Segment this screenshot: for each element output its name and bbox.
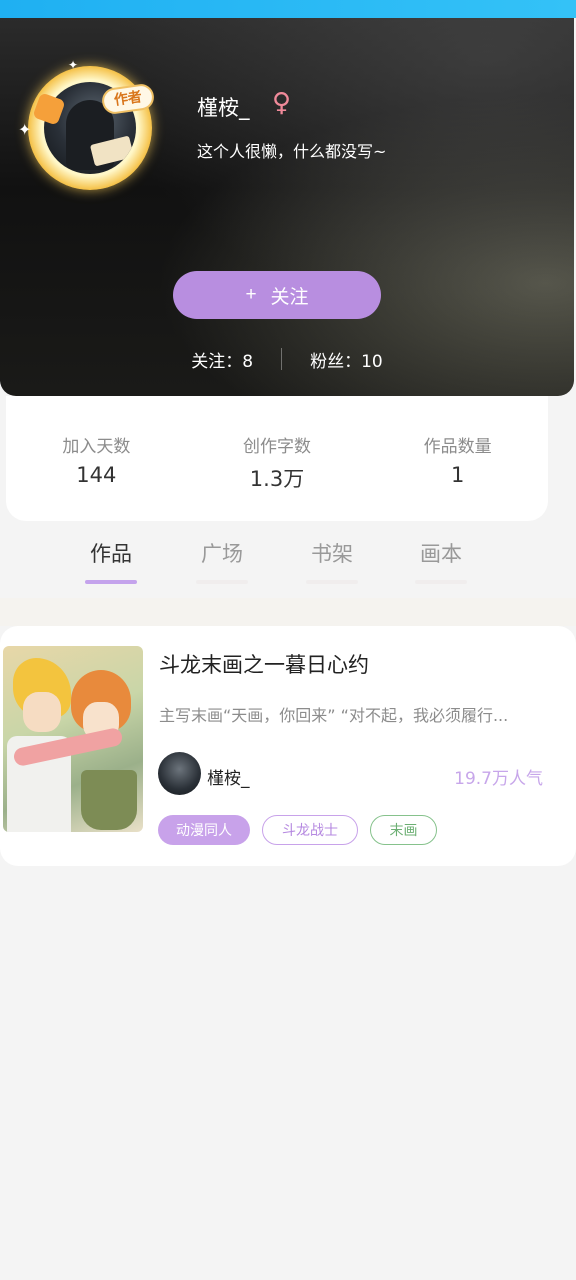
work-cover-image[interactable] [3,646,143,832]
tab-label: 画本 [420,542,462,566]
cover-art [81,770,137,830]
tab-bookshelf[interactable]: 书架 [305,538,359,584]
tab-label: 广场 [201,542,243,566]
social-stats: 关注：8 粉丝：10 [0,346,574,372]
tag-dragon-warrior[interactable]: 斗龙战士 [262,815,358,845]
info-label: 加入天数 [62,437,131,457]
info-label: 作品数量 [423,437,492,457]
status-bar [0,0,576,18]
work-description: 主写末画“天画，你回来” “对不起，我必须履行... [159,706,509,725]
plus-icon: + [245,284,257,305]
work-tags: 动漫同人 斗龙战士 末画 [158,815,437,845]
info-value: 1 [450,463,465,487]
following-count[interactable]: 关注：8 [191,347,253,372]
profile-bio: 这个人很懒，什么都没写~ [197,142,387,161]
tab-indicator [306,580,358,584]
author-name[interactable]: 槿桉_ [207,764,250,789]
tab-picture-book[interactable]: 画本 [414,538,468,584]
work-title[interactable]: 斗龙末画之一暮日心约 [159,649,369,679]
sparkle-icon: ✦ [18,120,32,139]
info-value: 144 [76,463,117,487]
info-works-count: 作品数量 1 [367,396,548,521]
section-divider [0,598,576,626]
tab-label: 书架 [311,542,353,566]
info-value: 1.3万 [249,467,305,491]
work-card[interactable]: 斗龙末画之一暮日心约 主写末画“天画，你回来” “对不起，我必须履行... 槿桉… [0,626,576,866]
info-label: 创作字数 [243,437,311,457]
profile-header: 作者 ✦ ✦ 槿桉_ ♀ 这个人很懒，什么都没写~ + 关注 关注：8 粉丝：1… [0,18,574,396]
popularity-count: 19.7万人气 [454,769,543,789]
followers-count[interactable]: 粉丝：10 [310,347,383,372]
author-avatar[interactable] [158,752,201,795]
tag-mohua[interactable]: 末画 [370,815,437,845]
female-gender-icon: ♀ [272,88,292,118]
profile-avatar[interactable]: 作者 ✦ ✦ [18,58,157,195]
stats-divider [281,348,283,370]
tab-indicator [196,580,248,584]
profile-username: 槿桉_ [197,96,250,120]
follow-button[interactable]: + 关注 [173,271,381,319]
tab-label: 作品 [90,542,132,566]
tab-works[interactable]: 作品 [84,538,138,584]
profile-info-card: 加入天数 144 创作字数 1.3万 作品数量 1 [6,396,548,521]
tab-indicator [415,580,467,584]
info-word-count: 创作字数 1.3万 [187,396,368,521]
info-join-days: 加入天数 144 [6,396,187,521]
cover-art [23,692,61,732]
sparkle-icon: ✦ [68,58,79,72]
profile-tabs: 作品 广场 书架 画本 [0,534,576,594]
tab-indicator [85,580,137,584]
tag-anime-fanfic[interactable]: 动漫同人 [158,815,250,845]
tab-square[interactable]: 广场 [195,538,249,584]
follow-button-label: 关注 [270,286,309,308]
